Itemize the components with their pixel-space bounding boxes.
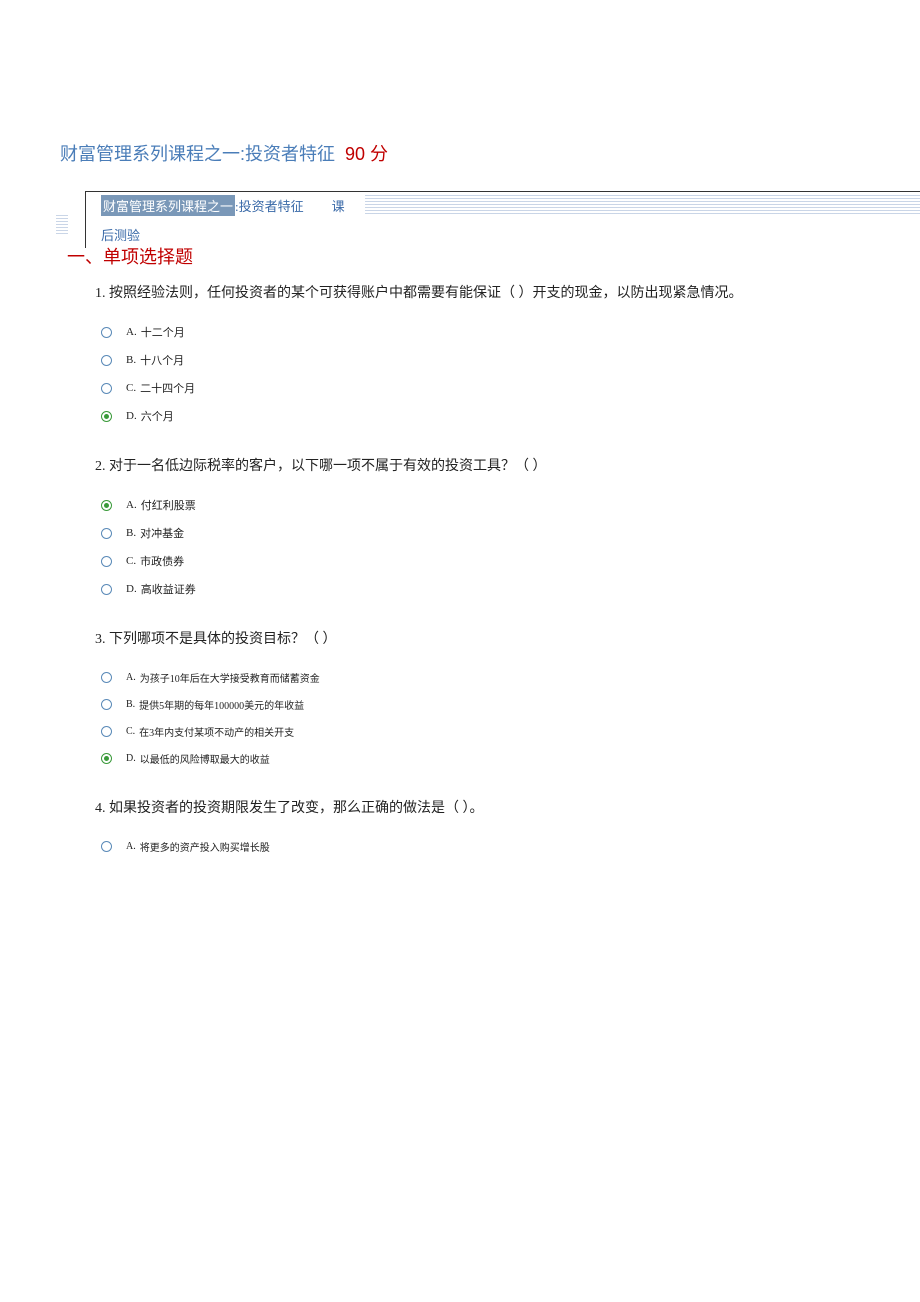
options-group: A. 付红利股票 B. 对冲基金 C. 市政债券 D. 高收益证券	[95, 497, 860, 597]
subtitle-row-2[interactable]: 后测验	[86, 219, 920, 248]
content-wrap: 财富管理系列课程之一:投资者特征 课 后测验 一、单项选择题 1. 按照经验法则…	[85, 191, 860, 854]
radio-icon[interactable]	[101, 699, 112, 710]
options-group: A. 为孩子10年后在大学接受教育而储蓄资金 B. 提供5年期的每年100000美元的…	[95, 670, 860, 766]
option-text: 将更多的资产投入购买增长股	[140, 839, 270, 854]
dotted-decoration-left	[56, 214, 68, 234]
option-b[interactable]: B. 提供5年期的每年100000美元的年收益	[101, 697, 860, 712]
section-header: 一、单项选择题	[67, 243, 193, 269]
radio-icon[interactable]	[101, 383, 112, 394]
option-text: 六个月	[141, 408, 174, 424]
subtitle-box: 财富管理系列课程之一:投资者特征 课 后测验	[85, 191, 920, 248]
radio-icon[interactable]	[101, 355, 112, 366]
option-text: 在3年内支付某项不动产的相关开支	[139, 724, 294, 739]
option-a[interactable]: A. 将更多的资产投入购买增长股	[101, 839, 860, 854]
option-text: 提供5年期的每年100000美元的年收益	[139, 697, 304, 712]
question-text: 2. 对于一名低边际税率的客户，以下哪一项不属于有效的投资工具？（ ）	[95, 456, 860, 477]
option-label: D.	[126, 583, 137, 595]
radio-icon[interactable]	[101, 841, 112, 852]
title-text: 财富管理系列课程之一:投资者特征	[60, 144, 335, 164]
option-label: C.	[126, 382, 136, 394]
option-a[interactable]: A. 付红利股票	[101, 497, 860, 513]
option-label: A.	[126, 672, 136, 683]
option-label: B.	[126, 699, 135, 710]
option-text: 为孩子10年后在大学接受教育而储蓄资金	[140, 670, 320, 685]
option-d[interactable]: D. 高收益证券	[101, 581, 860, 597]
option-text: 市政债券	[140, 553, 184, 569]
radio-icon[interactable]	[101, 411, 112, 422]
option-text: 十二个月	[141, 324, 185, 340]
question-2: 2. 对于一名低边际税率的客户，以下哪一项不属于有效的投资工具？（ ） A. 付红利…	[95, 456, 860, 597]
option-d[interactable]: D. 六个月	[101, 408, 860, 424]
option-label: C.	[126, 726, 135, 737]
radio-icon[interactable]	[101, 753, 112, 764]
option-d[interactable]: D. 以最低的风险博取最大的收益	[101, 751, 860, 766]
question-text: 4. 如果投资者的投资期限发生了改变，那么正确的做法是（ ）。	[95, 798, 860, 819]
radio-icon[interactable]	[101, 726, 112, 737]
dotted-decoration-right	[365, 194, 920, 214]
option-label: B.	[126, 354, 136, 366]
option-b[interactable]: B. 对冲基金	[101, 525, 860, 541]
question-4: 4. 如果投资者的投资期限发生了改变，那么正确的做法是（ ）。 A. 将更多的资产投…	[95, 798, 860, 854]
option-c[interactable]: C. 市政债券	[101, 553, 860, 569]
option-label: D.	[126, 753, 136, 764]
subtitle-link-1[interactable]: :投资者特征	[235, 196, 304, 215]
score: 90 分	[345, 144, 388, 164]
option-label: C.	[126, 555, 136, 567]
radio-icon[interactable]	[101, 528, 112, 539]
questions-list: 1. 按照经验法则，任何投资者的某个可获得账户中都需要有能保证（ ）开支的现金，…	[85, 283, 860, 854]
question-text: 1. 按照经验法则，任何投资者的某个可获得账户中都需要有能保证（ ）开支的现金，…	[95, 283, 860, 304]
radio-icon[interactable]	[101, 584, 112, 595]
option-text: 付红利股票	[141, 497, 196, 513]
radio-icon[interactable]	[101, 672, 112, 683]
option-label: A.	[126, 841, 136, 852]
option-c[interactable]: C. 二十四个月	[101, 380, 860, 396]
option-label: A.	[126, 326, 137, 338]
options-group: A. 将更多的资产投入购买增长股	[95, 839, 860, 854]
option-c[interactable]: C. 在3年内支付某项不动产的相关开支	[101, 724, 860, 739]
option-text: 十八个月	[140, 352, 184, 368]
radio-icon[interactable]	[101, 327, 112, 338]
option-text: 二十四个月	[140, 380, 195, 396]
option-b[interactable]: B. 十八个月	[101, 352, 860, 368]
option-text: 对冲基金	[140, 525, 184, 541]
page-title: 财富管理系列课程之一:投资者特征 90 分	[0, 0, 920, 176]
option-label: B.	[126, 527, 136, 539]
option-text: 高收益证券	[141, 581, 196, 597]
radio-icon[interactable]	[101, 500, 112, 511]
question-1: 1. 按照经验法则，任何投资者的某个可获得账户中都需要有能保证（ ）开支的现金，…	[95, 283, 860, 424]
subtitle-link-2[interactable]: 课	[332, 196, 345, 215]
question-3: 3. 下列哪项不是具体的投资目标？（ ） A. 为孩子10年后在大学接受教育而储蓄资…	[95, 629, 860, 766]
radio-icon[interactable]	[101, 556, 112, 567]
option-text: 以最低的风险博取最大的收益	[140, 751, 270, 766]
subtitle-highlight: 财富管理系列课程之一	[101, 195, 235, 216]
option-a[interactable]: A. 为孩子10年后在大学接受教育而储蓄资金	[101, 670, 860, 685]
option-a[interactable]: A. 十二个月	[101, 324, 860, 340]
options-group: A. 十二个月 B. 十八个月 C. 二十四个月 D. 六个月	[95, 324, 860, 424]
option-label: D.	[126, 410, 137, 422]
option-label: A.	[126, 499, 137, 511]
question-text: 3. 下列哪项不是具体的投资目标？（ ）	[95, 629, 860, 650]
